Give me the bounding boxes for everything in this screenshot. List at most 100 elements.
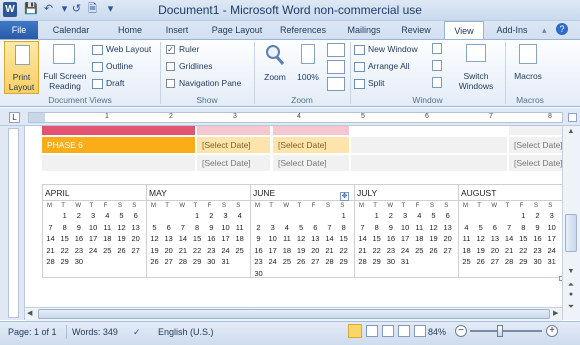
calendar-day[interactable]: 27	[162, 257, 175, 266]
calendar-day[interactable]: 9	[384, 223, 397, 232]
draft-view-icon[interactable]	[414, 325, 426, 337]
calendar-day[interactable]: 29	[58, 257, 71, 266]
calendar-day[interactable]: 22	[517, 246, 530, 255]
calendar-day[interactable]: 8	[337, 223, 350, 232]
calendar-day[interactable]: 29	[191, 257, 204, 266]
calendar-day[interactable]: 20	[309, 246, 322, 255]
tab-file[interactable]: File	[0, 21, 38, 39]
calendar-day[interactable]: 24	[266, 257, 279, 266]
calendar-day[interactable]: 24	[219, 246, 232, 255]
calendar-day[interactable]: 14	[503, 234, 516, 243]
synchronous-scrolling-icon[interactable]	[432, 60, 442, 71]
calendar-day[interactable]: 27	[441, 246, 454, 255]
calendar-day[interactable]: 22	[191, 246, 204, 255]
calendar-day[interactable]: 3	[266, 223, 279, 232]
draft-button[interactable]: Draft	[92, 77, 124, 89]
zoom-100-button[interactable]: 100%	[294, 41, 322, 93]
tab-view[interactable]: View	[444, 21, 484, 40]
calendar-day[interactable]: 28	[503, 257, 516, 266]
next-page-icon[interactable]: ⏷	[565, 302, 577, 312]
calendar-day[interactable]: 27	[488, 257, 501, 266]
calendar-day[interactable]: 30	[531, 257, 544, 266]
calendar-day[interactable]: 21	[323, 246, 336, 255]
calendar-day[interactable]: 7	[503, 223, 516, 232]
calendar-day[interactable]: 20	[129, 234, 142, 243]
calendar-day[interactable]: 25	[460, 257, 473, 266]
tab-add-ins[interactable]: Add-Ins	[490, 21, 534, 39]
calendar-day[interactable]: 3	[87, 211, 100, 220]
calendar-day[interactable]: 10	[266, 234, 279, 243]
calendar-day[interactable]: 20	[441, 234, 454, 243]
calendar-day[interactable]: 22	[370, 246, 383, 255]
calendar-day[interactable]: 3	[219, 211, 232, 220]
calendar-day[interactable]: 4	[233, 211, 246, 220]
calendar-day[interactable]: 6	[309, 223, 322, 232]
calendar-day[interactable]: 22	[58, 246, 71, 255]
calendar-day[interactable]: 6	[441, 211, 454, 220]
horizontal-scrollbar-thumb[interactable]	[38, 309, 550, 319]
calendar-day[interactable]: 1	[58, 211, 71, 220]
calendar-day[interactable]: 19	[115, 234, 128, 243]
calendar-day[interactable]: 11	[233, 223, 246, 232]
zoom-percent[interactable]: 84%	[428, 327, 446, 337]
calendar-day[interactable]: 17	[87, 234, 100, 243]
calendar-day[interactable]: 8	[517, 223, 530, 232]
calendar-day[interactable]: 21	[176, 246, 189, 255]
calendar-day[interactable]: 6	[162, 223, 175, 232]
calendar-day[interactable]: 26	[295, 257, 308, 266]
scrollbar-thumb[interactable]	[565, 214, 577, 252]
calendar-day[interactable]: 11	[280, 234, 293, 243]
calendar-day[interactable]: 4	[460, 223, 473, 232]
calendar-day[interactable]: 2	[252, 223, 265, 232]
calendar-day[interactable]: 30	[205, 257, 218, 266]
calendar-day[interactable]: 1	[370, 211, 383, 220]
switch-windows-button[interactable]: Switch Windows	[452, 41, 500, 94]
calendar-day[interactable]: 17	[266, 246, 279, 255]
calendar-day[interactable]: 1	[337, 211, 350, 220]
calendar-day[interactable]: 6	[488, 223, 501, 232]
calendar-day[interactable]: 29	[337, 257, 350, 266]
print-layout-button[interactable]: Print Layout	[4, 41, 39, 94]
print-layout-view-icon[interactable]	[348, 324, 362, 338]
calendar-day[interactable]: 26	[427, 246, 440, 255]
calendar-table[interactable]: APRIL M T W T F S S 1 2 3 4 5 6 7 8 9 10 11 12 13 14 15 16 17 18 1…	[42, 184, 562, 278]
calendar-day[interactable]: 11	[413, 223, 426, 232]
calendar-day[interactable]: 1	[517, 211, 530, 220]
calendar-day[interactable]: 21	[356, 246, 369, 255]
calendar-day[interactable]: 12	[115, 223, 128, 232]
calendar-day[interactable]: 9	[252, 234, 265, 243]
table-move-handle-icon[interactable]: ✥	[340, 192, 349, 201]
calendar-day[interactable]: 10	[399, 223, 412, 232]
calendar-day[interactable]: 21	[503, 246, 516, 255]
calendar-day[interactable]: 13	[129, 223, 142, 232]
full-screen-view-icon[interactable]	[366, 325, 378, 337]
calendar-day[interactable]: 29	[370, 257, 383, 266]
calendar-day[interactable]: 8	[370, 223, 383, 232]
calendar-day[interactable]: 3	[399, 211, 412, 220]
outline-view-icon[interactable]	[398, 325, 410, 337]
calendar-day[interactable]: 12	[148, 234, 161, 243]
calendar-day[interactable]: 2	[531, 211, 544, 220]
calendar-day[interactable]: 10	[219, 223, 232, 232]
calendar-day[interactable]: 26	[115, 246, 128, 255]
calendar-day[interactable]: 2	[72, 211, 85, 220]
calendar-day[interactable]: 5	[115, 211, 128, 220]
calendar-day[interactable]: 18	[101, 234, 114, 243]
page-count[interactable]: Page: 1 of 1	[8, 327, 57, 337]
macros-button[interactable]: Macros	[510, 41, 546, 94]
ruler-checkbox[interactable]: ✓ Ruler	[166, 43, 199, 55]
zoom-slider-track[interactable]	[470, 330, 542, 332]
zoom-in-icon[interactable]: +	[546, 325, 558, 337]
scroll-down-icon[interactable]: ▼	[565, 268, 577, 278]
calendar-day[interactable]: 4	[101, 211, 114, 220]
calendar-day[interactable]: 28	[356, 257, 369, 266]
calendar-day[interactable]: 13	[488, 234, 501, 243]
page-width-icon[interactable]	[327, 77, 345, 91]
empty-start-date[interactable]: [Select Date]	[197, 155, 270, 171]
calendar-day[interactable]: 8	[58, 223, 71, 232]
calendar-day[interactable]: 18	[280, 246, 293, 255]
calendar-day[interactable]: 20	[162, 246, 175, 255]
calendar-day[interactable]: 1	[191, 211, 204, 220]
calendar-day[interactable]: 23	[205, 246, 218, 255]
calendar-day[interactable]: 10	[87, 223, 100, 232]
